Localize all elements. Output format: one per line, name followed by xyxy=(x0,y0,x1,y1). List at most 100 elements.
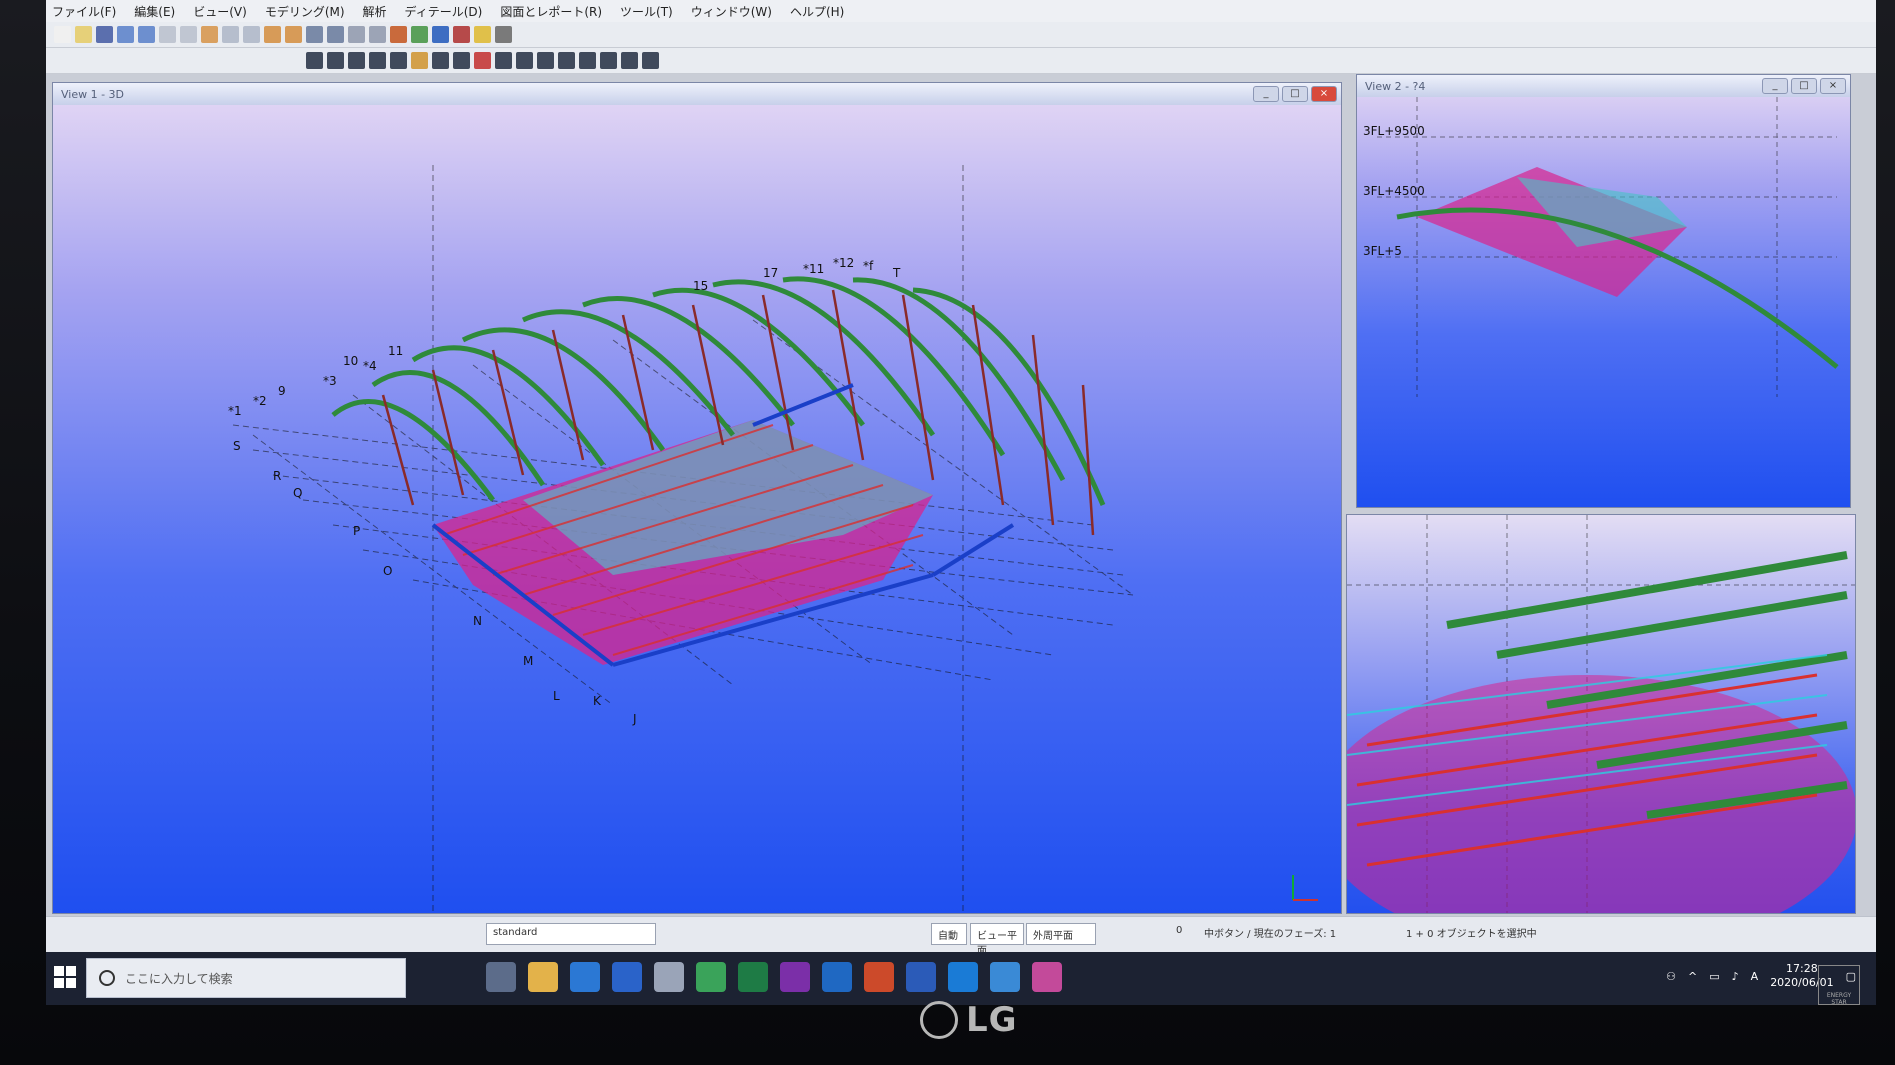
menu-edit[interactable]: 編集(E) xyxy=(134,3,175,20)
undo-icon[interactable] xyxy=(117,26,134,43)
file-explorer-icon[interactable] xyxy=(528,962,558,992)
outlook-icon[interactable] xyxy=(822,962,852,992)
menu-window[interactable]: ウィンドウ(W) xyxy=(691,3,772,20)
grid-label: 10 xyxy=(343,354,358,368)
level-label: 3FL+4500 xyxy=(1363,184,1425,198)
tool-icon[interactable] xyxy=(495,52,512,69)
menu-modeling[interactable]: モデリング(M) xyxy=(265,3,345,20)
tool-icon[interactable] xyxy=(579,52,596,69)
save-icon[interactable] xyxy=(96,26,113,43)
screen: ファイル(F) 編集(E) ビュー(V) モデリング(M) 解析 ディテール(D… xyxy=(46,0,1876,1005)
purlin-icon[interactable] xyxy=(369,52,386,69)
people-icon[interactable]: ⚇ xyxy=(1666,970,1676,983)
tool-icon[interactable] xyxy=(348,26,365,43)
tool-icon[interactable] xyxy=(453,26,470,43)
open-folder-icon[interactable] xyxy=(75,26,92,43)
cut-icon[interactable] xyxy=(453,52,470,69)
close-icon[interactable]: × xyxy=(1311,86,1337,102)
app-icon[interactable] xyxy=(990,962,1020,992)
brace-icon[interactable] xyxy=(348,52,365,69)
grid-label: L xyxy=(553,689,560,703)
menu-analysis[interactable]: 解析 xyxy=(363,3,387,20)
snap-icon[interactable] xyxy=(306,26,323,43)
menu-help[interactable]: ヘルプ(H) xyxy=(790,3,844,20)
taskbar-search[interactable]: ここに入力して検索 xyxy=(86,958,406,998)
tool-icon[interactable] xyxy=(537,52,554,69)
maximize-icon[interactable]: □ xyxy=(1791,78,1817,94)
tool-icon[interactable] xyxy=(642,52,659,69)
tool-icon[interactable] xyxy=(558,52,575,69)
tool-icon[interactable] xyxy=(621,52,638,69)
grid-label: *2 xyxy=(253,394,267,408)
snap-mode-select[interactable]: 自動 xyxy=(931,923,967,945)
redo-icon[interactable] xyxy=(138,26,155,43)
ime-indicator[interactable]: A xyxy=(1751,970,1759,983)
close-icon[interactable]: × xyxy=(1820,78,1846,94)
grid-label: 15 xyxy=(693,279,708,293)
view-side-bottom[interactable] xyxy=(1346,514,1856,914)
new-file-icon[interactable] xyxy=(54,26,71,43)
copy-icon[interactable] xyxy=(159,26,176,43)
grid-label: J xyxy=(632,712,637,726)
plane-mode-select[interactable]: ビュー平面 xyxy=(970,923,1024,957)
minimize-icon[interactable]: _ xyxy=(1762,78,1788,94)
tool-icon[interactable] xyxy=(495,26,512,43)
view-side-top[interactable]: View 2 - ?4 _ □ × 3FL+9500 3FL+4500 3FL+… xyxy=(1356,74,1851,508)
powerpoint-icon[interactable] xyxy=(864,962,894,992)
level-label: 3FL+9500 xyxy=(1363,124,1425,138)
tool-icon[interactable] xyxy=(516,52,533,69)
view-icon[interactable] xyxy=(222,26,239,43)
component-icon[interactable] xyxy=(474,52,491,69)
grid-icon[interactable] xyxy=(285,26,302,43)
view-main-window-controls: _ □ × xyxy=(1253,86,1337,102)
tool-icon[interactable] xyxy=(600,52,617,69)
grid-label: *3 xyxy=(323,374,337,388)
status-hint: 中ボタン / 現在のフェーズ: 1 xyxy=(1204,929,1337,940)
grid-icon[interactable] xyxy=(264,26,281,43)
menu-view[interactable]: ビュー(V) xyxy=(193,3,247,20)
minimize-icon[interactable]: _ xyxy=(1253,86,1279,102)
word-icon[interactable] xyxy=(906,962,936,992)
maximize-icon[interactable]: □ xyxy=(1282,86,1308,102)
chevron-up-icon[interactable]: ^ xyxy=(1688,970,1697,983)
grid-label: K xyxy=(593,694,602,708)
side-top-model: 3FL+9500 3FL+4500 3FL+5 xyxy=(1363,97,1839,397)
bolt-icon[interactable] xyxy=(411,52,428,69)
weld-icon[interactable] xyxy=(432,52,449,69)
windows-start-icon[interactable] xyxy=(54,966,76,988)
tool-icon[interactable] xyxy=(432,26,449,43)
grid-label: S xyxy=(233,439,241,453)
tool-icon[interactable] xyxy=(474,26,491,43)
excel-icon[interactable] xyxy=(738,962,768,992)
beam-icon[interactable] xyxy=(327,52,344,69)
menu-drawings[interactable]: 図面とレポート(R) xyxy=(500,3,602,20)
grid-label: P xyxy=(353,524,360,538)
network-icon[interactable]: ▭ xyxy=(1709,970,1719,983)
tool-icon[interactable] xyxy=(369,26,386,43)
app-icon[interactable] xyxy=(612,962,642,992)
edge-icon[interactable] xyxy=(948,962,978,992)
task-view-icon[interactable] xyxy=(486,962,516,992)
menu-detail[interactable]: ディテール(D) xyxy=(405,3,483,20)
filter-select[interactable]: standard xyxy=(486,923,656,945)
snap-icon[interactable] xyxy=(327,26,344,43)
onenote-icon[interactable] xyxy=(780,962,810,992)
taskbar-apps xyxy=(486,962,1062,992)
view-main-3d[interactable]: View 1 - 3D _ □ × *1 *2 *3 *4 9 10 11 15… xyxy=(52,82,1342,914)
tekla-icon[interactable] xyxy=(1032,962,1062,992)
properties-icon[interactable] xyxy=(201,26,218,43)
view-icon[interactable] xyxy=(243,26,260,43)
volume-icon[interactable]: ♪ xyxy=(1732,970,1739,983)
plane-mode2-select[interactable]: 外周平面 xyxy=(1026,923,1096,945)
move-icon[interactable] xyxy=(180,26,197,43)
column-icon[interactable] xyxy=(306,52,323,69)
plate-icon[interactable] xyxy=(390,52,407,69)
tool-icon[interactable] xyxy=(411,26,428,43)
app-icon[interactable] xyxy=(654,962,684,992)
store-icon[interactable] xyxy=(570,962,600,992)
tool-icon[interactable] xyxy=(390,26,407,43)
menu-file[interactable]: ファイル(F) xyxy=(52,3,116,20)
app-icon[interactable] xyxy=(696,962,726,992)
cortana-icon xyxy=(99,970,115,986)
menu-tools[interactable]: ツール(T) xyxy=(620,3,673,20)
